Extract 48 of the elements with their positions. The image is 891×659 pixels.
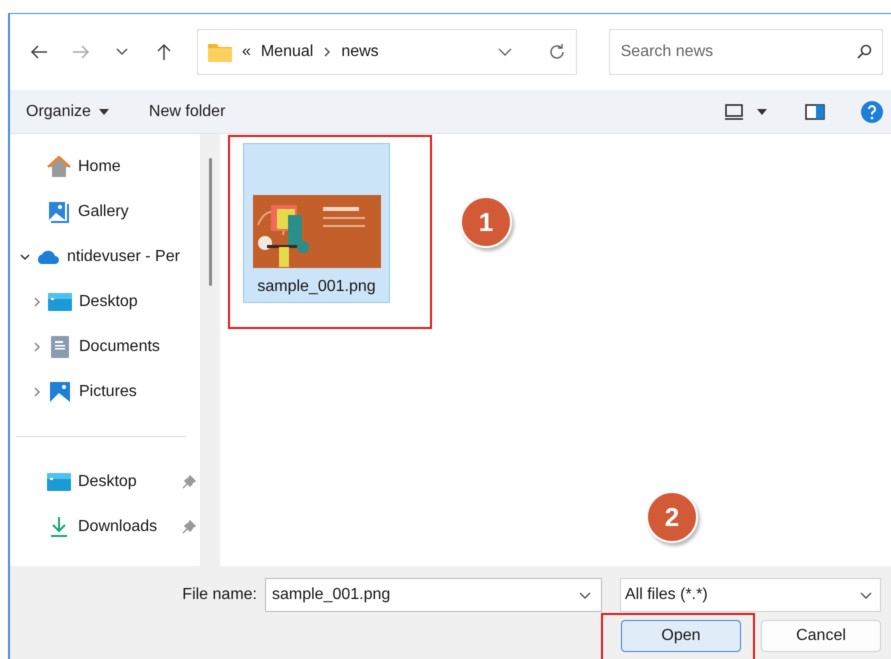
pin-icon[interactable] bbox=[182, 474, 196, 488]
sidebar-item[interactable]: Gallery bbox=[48, 200, 200, 222]
picture-icon bbox=[50, 382, 70, 402]
file-item[interactable]: sample_001.png bbox=[243, 143, 390, 303]
overflow-marker[interactable]: « bbox=[242, 43, 251, 61]
file-name-field[interactable]: sample_001.png bbox=[265, 578, 602, 612]
caret-icon bbox=[98, 108, 109, 114]
sidebar-item[interactable]: Pictures bbox=[49, 382, 200, 402]
preview-pane-icon[interactable] bbox=[805, 104, 825, 120]
arrow-up-icon bbox=[156, 43, 172, 61]
download-icon bbox=[49, 516, 69, 538]
file-name-label: File name: bbox=[182, 586, 257, 604]
arrow-left-icon bbox=[30, 44, 48, 60]
scrollbar[interactable] bbox=[200, 134, 220, 566]
help-icon[interactable] bbox=[861, 100, 883, 122]
refresh-icon[interactable] bbox=[548, 43, 566, 61]
sidebar-item[interactable]: ntidevuser - Per bbox=[37, 248, 200, 266]
chevron-down-icon bbox=[116, 48, 128, 56]
folder-icon bbox=[208, 42, 232, 62]
sidebar-item[interactable]: Downloads bbox=[48, 516, 182, 538]
gallery-icon bbox=[48, 200, 70, 222]
search-field[interactable]: Search news bbox=[608, 29, 883, 75]
sidebar-item[interactable]: Documents bbox=[49, 336, 200, 358]
house-icon bbox=[47, 156, 71, 178]
chevron-down-icon[interactable] bbox=[498, 48, 512, 56]
arrow-right-icon bbox=[72, 44, 90, 60]
organize-menu[interactable]: Organize bbox=[26, 102, 109, 120]
new-folder-button[interactable]: New folder bbox=[148, 102, 226, 120]
chevron-right-icon bbox=[323, 46, 332, 58]
chevron-down-icon bbox=[579, 592, 591, 598]
file-type-dropdown[interactable]: All files (*.*) bbox=[620, 578, 881, 612]
breadcrumb[interactable]: Menual bbox=[260, 43, 314, 61]
cancel-button[interactable]: Cancel bbox=[761, 620, 881, 652]
address-bar[interactable]: « Menual news bbox=[196, 29, 577, 75]
open-button[interactable]: Open bbox=[621, 620, 741, 652]
caret-icon[interactable] bbox=[757, 108, 767, 114]
breadcrumb[interactable]: news bbox=[341, 43, 379, 61]
sidebar-item[interactable]: Home bbox=[48, 156, 200, 178]
sidebar-item[interactable]: Desktop bbox=[48, 472, 182, 490]
view-icon[interactable] bbox=[725, 104, 743, 120]
cloud-icon bbox=[36, 250, 60, 264]
document-icon bbox=[51, 336, 69, 358]
desktop-icon bbox=[47, 472, 71, 490]
pin-icon[interactable] bbox=[182, 520, 196, 534]
chevron-down-icon bbox=[860, 592, 872, 598]
search-icon bbox=[856, 44, 872, 60]
desktop-icon bbox=[48, 292, 72, 310]
sidebar-item[interactable]: Desktop bbox=[49, 292, 200, 310]
